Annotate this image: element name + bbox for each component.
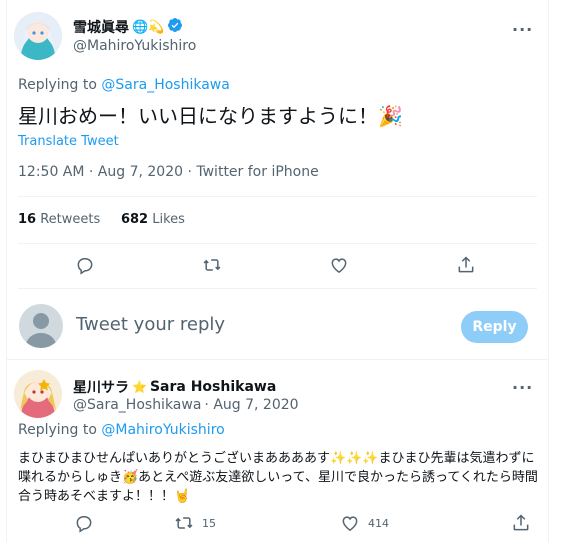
retweets-count[interactable]: 16 <box>18 212 36 227</box>
likes-count[interactable]: 682 <box>121 212 148 227</box>
current-user-avatar[interactable] <box>19 304 63 348</box>
tweet-stats: 16 Retweets 682 Likes <box>18 212 185 227</box>
retweet-icon[interactable] <box>202 255 222 275</box>
reply-heart-icon[interactable] <box>340 513 358 531</box>
divider <box>18 243 537 244</box>
author-display-name[interactable]: 雪城眞尋 <box>73 17 129 37</box>
reply-author-handle[interactable]: @Sara_Hoshikawa <box>73 397 201 413</box>
divider <box>18 196 537 197</box>
reply-author-name-row[interactable]: 星川サラ ⭐ Sara Hoshikawa <box>73 377 276 397</box>
more-options-icon[interactable]: ··· <box>512 20 533 39</box>
heart-icon[interactable] <box>329 255 349 275</box>
likes-label[interactable]: Likes <box>152 212 185 227</box>
reply-author-latin-name[interactable]: Sara Hoshikawa <box>150 379 276 395</box>
comment-icon[interactable] <box>75 255 95 275</box>
tweet-text: 星川おめー！いい日になりますように！🎉 <box>18 104 403 128</box>
replying-to: Replying to @Sara_Hoshikawa <box>18 77 230 93</box>
tweet-timestamp[interactable]: 12:50 AM · Aug 7, 2020 · Twitter for iPh… <box>18 164 319 180</box>
replying-to-link[interactable]: @Sara_Hoshikawa <box>101 77 229 93</box>
reply-retweets-count[interactable]: 15 <box>202 517 216 530</box>
reply-more-options-icon[interactable]: ··· <box>512 378 533 397</box>
reply-likes-count[interactable]: 414 <box>368 517 389 530</box>
reply-input[interactable]: Tweet your reply <box>76 314 225 335</box>
reply-replying-to: Replying to @MahiroYukishiro <box>18 422 225 438</box>
reply-text: まひまひまひせんぱいありがとうございまああああす✨✨✨まひまひ先輩は気遣わずに喋… <box>18 451 538 504</box>
author-name-emoji: 🌐💫 <box>132 19 165 35</box>
reply-share-icon[interactable] <box>511 513 529 531</box>
translate-tweet-link[interactable]: Translate Tweet <box>18 134 119 149</box>
divider <box>6 359 549 360</box>
reply-author-avatar[interactable] <box>14 370 62 418</box>
reply-replying-to-label: Replying to <box>18 422 102 438</box>
reply-button[interactable]: Reply <box>461 311 528 343</box>
divider <box>18 288 537 289</box>
scrollbar[interactable] <box>553 0 567 542</box>
replying-to-label: Replying to <box>18 77 102 93</box>
retweets-label[interactable]: Retweets <box>40 212 100 227</box>
reply-author-display-name[interactable]: 星川サラ <box>73 377 129 397</box>
author-handle[interactable]: @MahiroYukishiro <box>73 38 196 54</box>
reply-retweet-icon[interactable] <box>174 513 193 531</box>
author-avatar[interactable] <box>14 12 62 60</box>
share-icon[interactable] <box>456 255 476 275</box>
tweet-thread-page: 雪城眞尋 🌐💫 @MahiroYukishiro ··· Replying to… <box>0 0 567 542</box>
star-icon: ⭐ <box>132 380 147 394</box>
author-name-row[interactable]: 雪城眞尋 🌐💫 <box>73 17 183 37</box>
reply-author-meta: @Sara_Hoshikawa · Aug 7, 2020 <box>73 397 299 413</box>
reply-comment-icon[interactable] <box>74 513 92 533</box>
verified-badge-icon <box>167 17 183 37</box>
reply-replying-to-link[interactable]: @MahiroYukishiro <box>101 422 224 438</box>
reply-date[interactable]: · Aug 7, 2020 <box>204 397 298 413</box>
